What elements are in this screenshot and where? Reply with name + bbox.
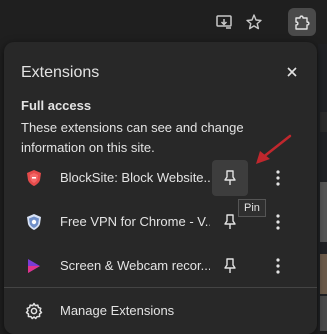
- gear-icon: [25, 302, 43, 320]
- section-heading: Full access: [21, 98, 92, 113]
- extension-name: Screen & Webcam recor...: [60, 258, 210, 273]
- pin-icon: [224, 170, 236, 185]
- more-vert-icon: [276, 170, 280, 186]
- screen-recorder-icon: [28, 259, 40, 273]
- manage-extensions-item[interactable]: Manage Extensions: [4, 296, 317, 326]
- section-description: These extensions can see and change info…: [21, 120, 244, 155]
- extension-row-screen-recorder[interactable]: Screen & Webcam recor...: [4, 244, 317, 288]
- close-button[interactable]: [280, 60, 304, 84]
- more-options-button[interactable]: [266, 206, 290, 238]
- divider: [4, 287, 317, 288]
- pin-button[interactable]: [212, 160, 248, 196]
- pin-icon: [224, 258, 236, 273]
- vpn-shield-icon: [27, 214, 41, 230]
- manage-extensions-label: Manage Extensions: [60, 303, 175, 318]
- browser-toolbar: [0, 0, 327, 44]
- extensions-button[interactable]: [288, 8, 316, 36]
- pin-button[interactable]: [212, 248, 248, 284]
- bookmark-button[interactable]: [240, 8, 268, 36]
- extensions-puzzle-icon: [295, 15, 310, 30]
- more-vert-icon: [276, 214, 280, 230]
- cast-icon: [216, 15, 232, 29]
- extensions-panel: Extensions Full access These extensions …: [4, 42, 317, 334]
- more-options-button[interactable]: [266, 250, 290, 282]
- bookmark-star-icon: [246, 14, 262, 30]
- annotation-arrow-icon: [256, 134, 292, 164]
- panel-title: Extensions: [21, 64, 100, 81]
- shield-icon: [27, 170, 41, 186]
- extension-name: BlockSite: Block Website...: [60, 170, 210, 185]
- extension-name: Free VPN for Chrome - V...: [60, 214, 210, 229]
- extension-row-free-vpn[interactable]: Free VPN for Chrome - V...: [4, 200, 317, 244]
- close-icon: [287, 67, 297, 77]
- cast-button[interactable]: [210, 8, 238, 36]
- pin-tooltip: Pin: [238, 199, 266, 217]
- pin-icon: [224, 214, 236, 229]
- more-vert-icon: [276, 258, 280, 274]
- background-page-edge: [318, 44, 327, 331]
